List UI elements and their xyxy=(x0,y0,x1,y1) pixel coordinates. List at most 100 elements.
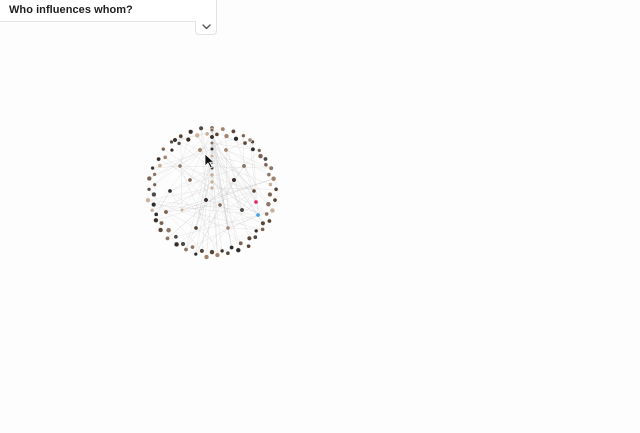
avatar-node[interactable] xyxy=(156,156,161,162)
avatar-node[interactable] xyxy=(169,147,175,153)
avatar-node[interactable] xyxy=(235,247,241,253)
avatar-node[interactable] xyxy=(178,133,184,139)
avatar-node[interactable] xyxy=(267,218,272,224)
avatar-node[interactable] xyxy=(223,147,229,153)
avatar-node[interactable] xyxy=(180,241,186,247)
expand-toggle-button[interactable] xyxy=(195,21,217,35)
avatar-node[interactable] xyxy=(159,220,164,226)
avatar-node[interactable] xyxy=(209,159,215,165)
avatar-node[interactable] xyxy=(199,248,205,254)
avatar-node[interactable] xyxy=(209,179,215,185)
avatar-node[interactable] xyxy=(152,182,157,187)
avatar-node[interactable] xyxy=(257,153,264,159)
avatar-node[interactable] xyxy=(151,202,157,208)
avatar-node[interactable] xyxy=(250,146,256,152)
avatar-node[interactable] xyxy=(270,175,277,182)
avatar-node[interactable] xyxy=(149,208,155,213)
avatar-node[interactable] xyxy=(157,227,164,233)
avatar-node[interactable] xyxy=(209,134,215,140)
avatar-node[interactable] xyxy=(223,133,230,139)
avatar-node[interactable] xyxy=(163,209,169,215)
avatar-node[interactable] xyxy=(209,185,215,191)
avatar-node[interactable] xyxy=(209,127,215,133)
avatar-node[interactable] xyxy=(246,235,252,241)
avatar-node[interactable] xyxy=(193,225,199,231)
avatar-node[interactable] xyxy=(203,254,210,260)
avatar-node[interactable] xyxy=(153,217,159,223)
avatar-node[interactable] xyxy=(157,163,163,169)
avatar-node[interactable] xyxy=(167,188,173,194)
avatar-node[interactable] xyxy=(198,125,204,131)
avatar-node[interactable] xyxy=(214,252,221,258)
avatar-node[interactable] xyxy=(267,191,273,198)
avatar-node[interactable] xyxy=(209,249,215,255)
avatar-node[interactable] xyxy=(273,186,279,192)
avatar-node[interactable] xyxy=(231,129,236,134)
avatar-node[interactable] xyxy=(183,247,189,252)
avatar-node[interactable] xyxy=(165,227,172,233)
avatar-node[interactable] xyxy=(185,137,191,143)
avatar-node[interactable] xyxy=(146,187,152,192)
avatar-node[interactable] xyxy=(197,147,203,153)
avatar-node[interactable] xyxy=(194,132,201,139)
avatar-node[interactable] xyxy=(209,140,215,146)
avatar-node[interactable] xyxy=(233,136,239,142)
influence-network-graph[interactable] xyxy=(0,0,640,433)
avatar-node[interactable] xyxy=(204,131,210,137)
avatar-node[interactable] xyxy=(209,153,215,159)
avatar-node[interactable] xyxy=(187,177,193,183)
avatar-node[interactable] xyxy=(268,165,274,171)
avatar-node[interactable] xyxy=(260,227,265,232)
avatar-node[interactable] xyxy=(162,155,168,160)
avatar-node[interactable] xyxy=(242,140,248,146)
avatar-node[interactable] xyxy=(209,172,215,178)
avatar-node[interactable] xyxy=(146,175,152,182)
avatar-node[interactable] xyxy=(150,165,155,171)
avatar-node[interactable] xyxy=(239,207,245,213)
avatar-node[interactable] xyxy=(219,248,225,254)
avatar-node[interactable] xyxy=(251,188,257,194)
avatar-node[interactable] xyxy=(173,234,179,240)
avatar-node[interactable] xyxy=(203,197,209,203)
avatar-node[interactable] xyxy=(177,163,183,169)
avatar-node[interactable] xyxy=(193,251,198,257)
avatar-node[interactable] xyxy=(179,207,185,213)
avatar-node[interactable] xyxy=(247,137,253,143)
avatar-node[interactable] xyxy=(241,163,247,169)
avatar-node[interactable] xyxy=(263,156,268,162)
avatar-node[interactable] xyxy=(260,220,266,226)
avatar-node[interactable] xyxy=(269,207,276,214)
avatar-node[interactable] xyxy=(254,228,259,234)
avatar-node[interactable] xyxy=(190,244,195,250)
avatar-node[interactable] xyxy=(265,201,272,207)
avatar-node[interactable] xyxy=(217,202,223,208)
avatar-node[interactable] xyxy=(241,133,246,138)
avatar-node[interactable] xyxy=(151,191,157,198)
avatar-node[interactable] xyxy=(268,182,273,187)
avatar-node[interactable] xyxy=(252,234,258,240)
avatar-node[interactable] xyxy=(161,146,166,152)
avatar-node[interactable] xyxy=(253,199,259,205)
avatar-node[interactable] xyxy=(229,245,235,250)
avatar-node[interactable] xyxy=(209,146,215,152)
avatar-node[interactable] xyxy=(272,197,278,203)
avatar-node[interactable] xyxy=(173,241,180,248)
avatar-node[interactable] xyxy=(209,165,215,171)
avatar-node[interactable] xyxy=(214,132,220,137)
avatar-node[interactable] xyxy=(238,240,244,246)
avatar-node[interactable] xyxy=(255,212,261,218)
avatar-node[interactable] xyxy=(266,172,272,177)
avatar-node[interactable] xyxy=(220,126,226,132)
avatar-node[interactable] xyxy=(165,235,170,241)
avatar-node[interactable] xyxy=(225,225,231,231)
avatar-node[interactable] xyxy=(145,197,151,203)
avatar-node[interactable] xyxy=(257,148,262,153)
avatar-node[interactable] xyxy=(231,177,237,183)
avatar-node[interactable] xyxy=(172,137,178,143)
avatar-node[interactable] xyxy=(246,243,251,249)
avatar-node[interactable] xyxy=(264,211,269,217)
avatar-node[interactable] xyxy=(176,141,182,146)
avatar-node[interactable] xyxy=(188,129,194,135)
avatar-node[interactable] xyxy=(152,172,157,177)
avatar-node[interactable] xyxy=(263,162,269,168)
